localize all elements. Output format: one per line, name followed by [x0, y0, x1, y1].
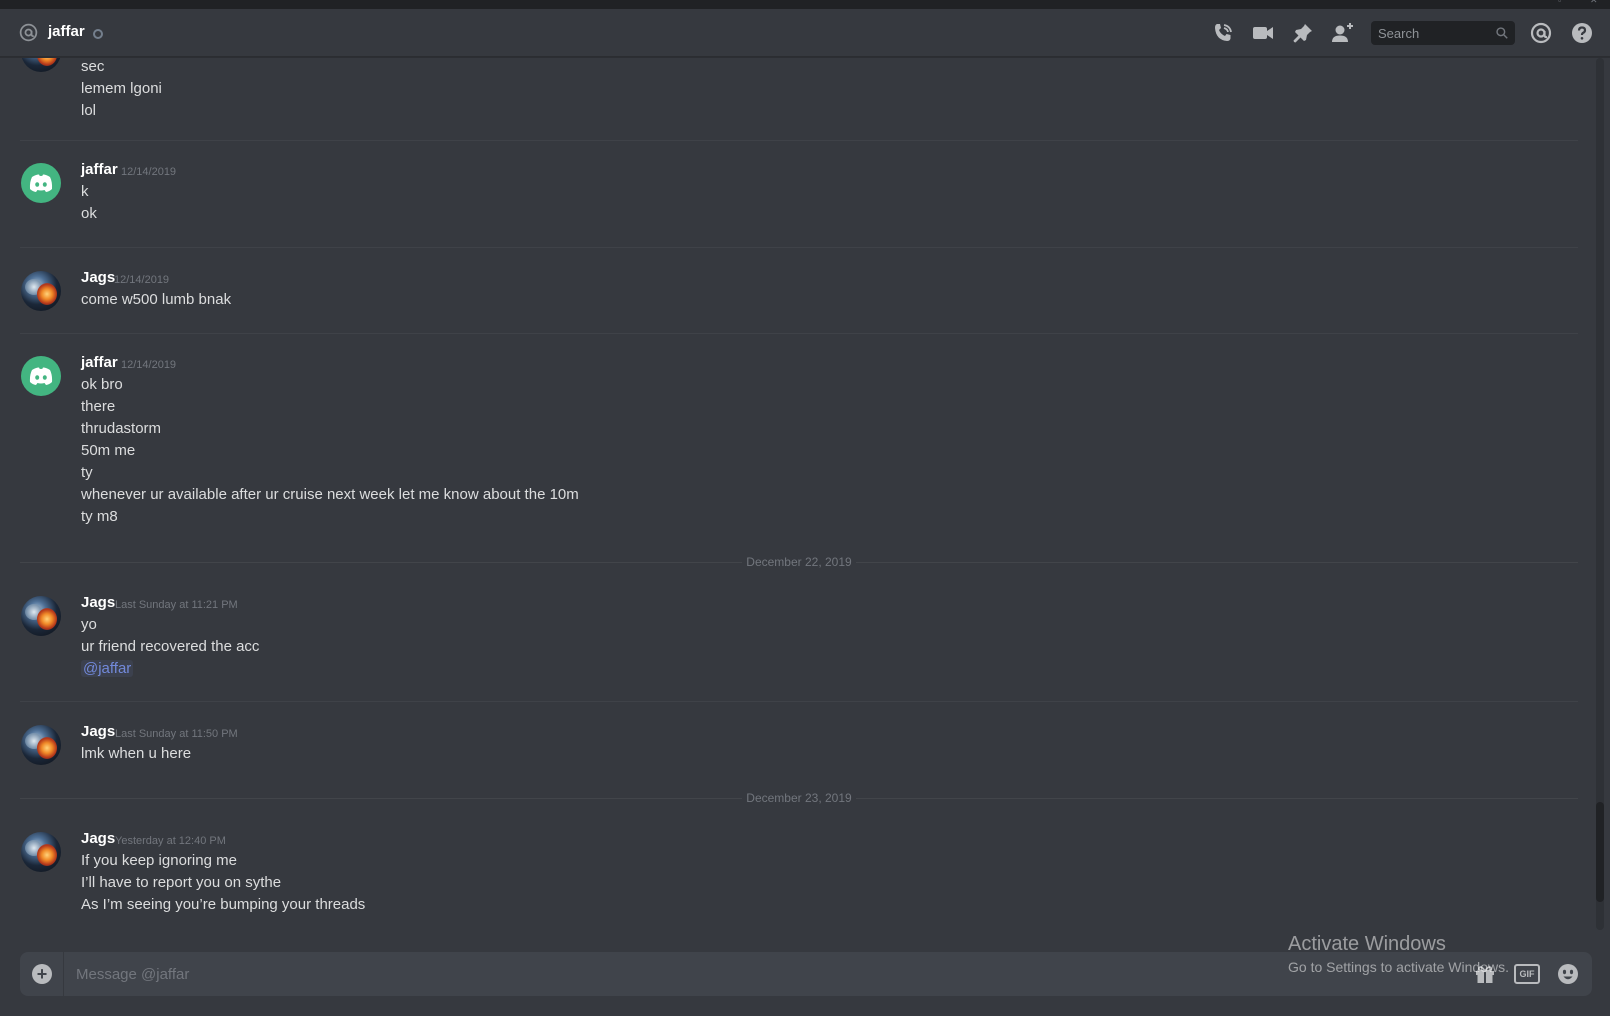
message-line: thrudastorm [81, 420, 162, 437]
avatar[interactable] [21, 832, 61, 872]
message-line: whenever ur available after ur cruise ne… [81, 486, 579, 503]
message-timestamp: Last Sunday at 11:50 PM [115, 728, 238, 740]
message-author[interactable]: Jags [81, 830, 115, 847]
message-divider [20, 701, 1578, 702]
message-line: ur friend recovered the acc [81, 638, 260, 655]
message-timestamp: 12/14/2019 [121, 166, 177, 178]
message-timestamp: Yesterday at 12:40 PM [115, 835, 226, 847]
message-line: lemem lgoni [81, 80, 162, 97]
scrollbar-thumb[interactable] [1596, 802, 1604, 902]
message-line: ok bro [81, 376, 123, 393]
message-line: sec [81, 58, 105, 75]
message-line: lmk when u here [81, 745, 192, 762]
date-separator: December 22, 2019 [20, 555, 1578, 569]
video-camera-icon[interactable] [1251, 21, 1275, 45]
avatar[interactable] [21, 271, 61, 311]
message-line: As I’m seeing you’re bumping your thread… [81, 896, 366, 913]
emoji-icon[interactable] [1556, 962, 1580, 986]
message-timestamp: 12/14/2019 [121, 359, 177, 371]
channel-header: jaffar [0, 9, 1610, 57]
message-line: there [81, 398, 116, 415]
attach-button[interactable]: + [20, 952, 64, 996]
search-icon [1496, 27, 1508, 39]
message-author[interactable]: Jags [81, 269, 115, 286]
message-line: If you keep ignoring me [81, 852, 237, 869]
close-window-icon[interactable]: ✕ [1590, 0, 1600, 5]
message-list[interactable]: sec lemem lgoni lol jaffar 12/14/2019 k … [0, 58, 1596, 930]
date-separator: December 23, 2019 [20, 791, 1578, 805]
discord-logo-icon [29, 174, 53, 192]
message-line: ty m8 [81, 508, 118, 525]
mentions-icon[interactable] [1529, 21, 1553, 45]
message-line: k [81, 183, 89, 200]
message-divider [20, 140, 1578, 141]
avatar[interactable] [21, 725, 61, 765]
message-author[interactable]: Jags [81, 723, 115, 740]
message-line: @jaffar [81, 660, 134, 677]
discord-logo-icon [29, 367, 53, 385]
avatar[interactable] [21, 356, 61, 396]
gif-button[interactable]: GIF [1514, 964, 1540, 984]
phone-call-icon[interactable] [1211, 21, 1235, 45]
message-author[interactable]: jaffar [81, 161, 118, 178]
message-line: lol [81, 102, 97, 119]
message-line: I’ll have to report you on sythe [81, 874, 282, 891]
date-separator-label: December 23, 2019 [742, 791, 856, 805]
message-author[interactable]: Jags [81, 594, 115, 611]
message-line: 50m me [81, 442, 136, 459]
add-friend-icon[interactable] [1331, 21, 1355, 45]
message-timestamp: Last Sunday at 11:21 PM [115, 599, 238, 611]
user-mention[interactable]: @jaffar [81, 660, 134, 677]
plus-circle-icon: + [32, 964, 52, 984]
avatar[interactable] [21, 596, 61, 636]
search-box[interactable] [1371, 21, 1515, 45]
message-author[interactable]: jaffar [81, 354, 118, 371]
message-line: ok [81, 205, 97, 222]
avatar[interactable] [21, 58, 61, 72]
message-divider [20, 333, 1578, 334]
date-separator-label: December 22, 2019 [742, 555, 856, 569]
search-input[interactable] [1371, 21, 1491, 45]
watermark-title: Activate Windows [1288, 933, 1446, 955]
windows-activation-watermark: Activate Windows Go to Settings to activ… [1288, 933, 1509, 975]
message-line: come w500 lumb bnak [81, 291, 232, 308]
message-input[interactable] [76, 952, 1456, 996]
watermark-subtitle: Go to Settings to activate Windows. [1288, 959, 1509, 975]
message-line: ty [81, 464, 93, 481]
maximize-icon[interactable]: ▫ [1558, 0, 1568, 5]
message-line: yo [81, 616, 97, 633]
at-sign-icon [19, 23, 38, 42]
window-title-bar: ▫ ✕ [0, 0, 1610, 9]
status-indicator [93, 29, 103, 39]
scrollbar-track[interactable] [1596, 58, 1604, 930]
channel-name: jaffar [48, 23, 85, 40]
pin-icon[interactable] [1291, 21, 1315, 45]
help-icon[interactable] [1570, 21, 1594, 45]
avatar[interactable] [21, 163, 61, 203]
message-divider [20, 247, 1578, 248]
message-timestamp: 12/14/2019 [114, 274, 170, 286]
